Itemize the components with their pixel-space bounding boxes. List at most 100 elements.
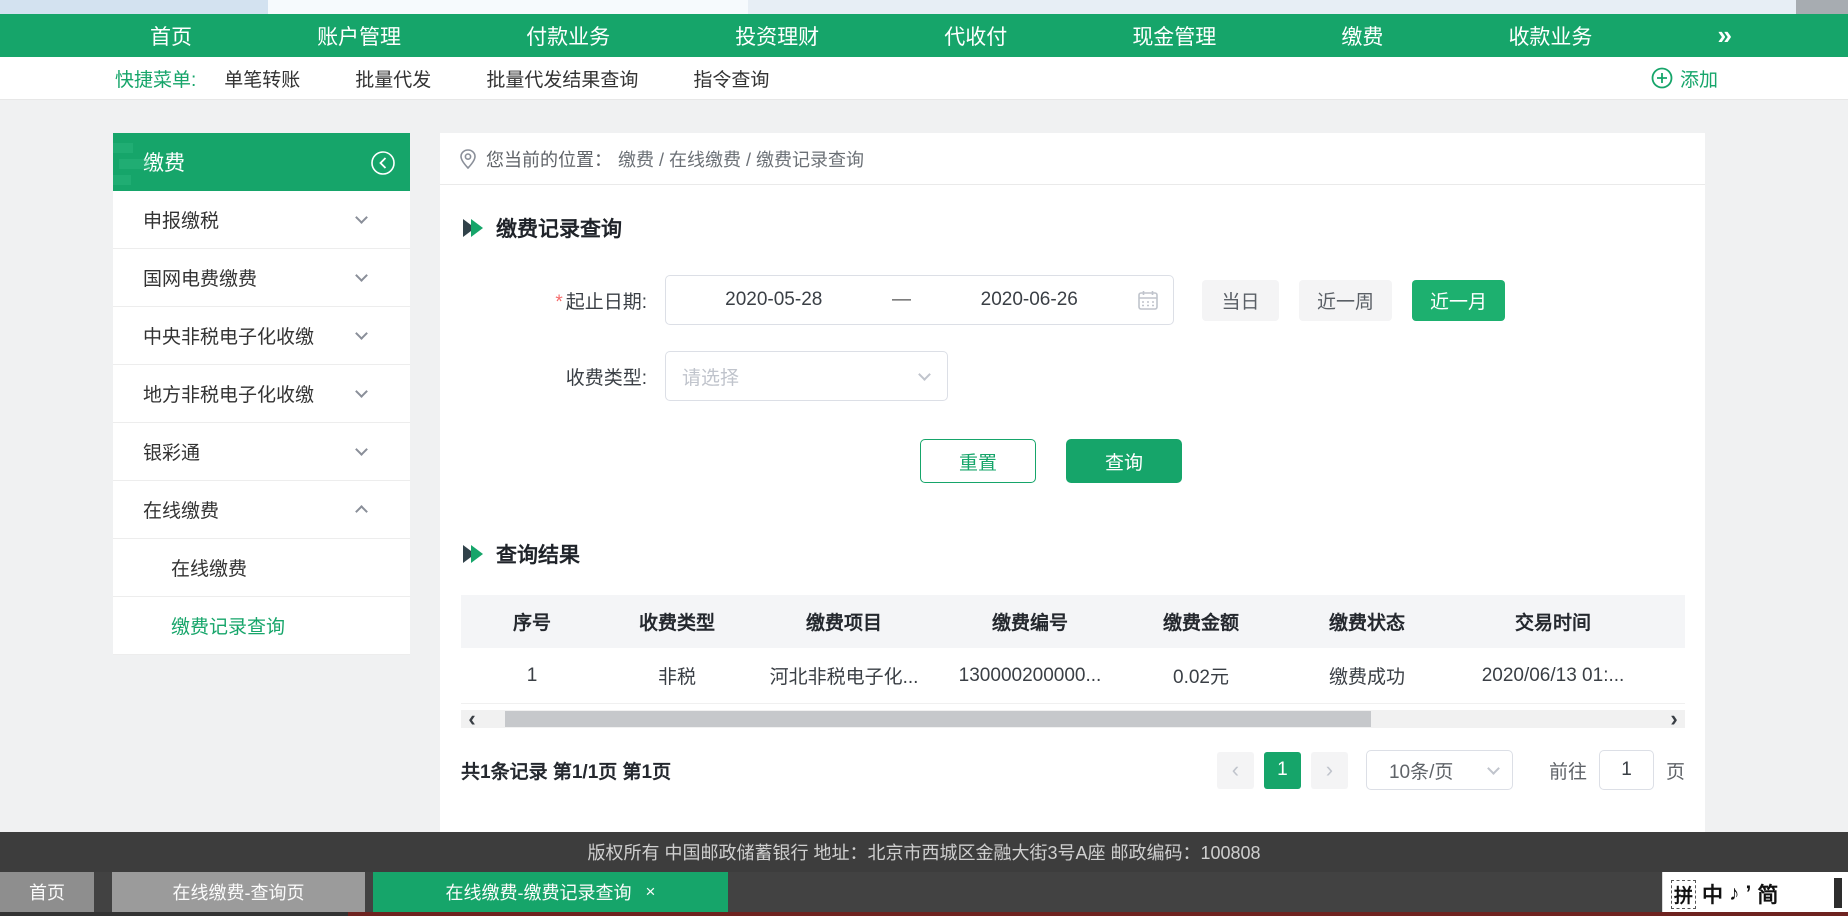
- start-date-value[interactable]: 2020-05-28: [666, 289, 882, 311]
- breadcrumb-path: 缴费 / 在线缴费 / 缴费记录查询: [618, 146, 864, 172]
- sidebar-subitem-label: 缴费记录查询: [171, 612, 285, 639]
- sidebar-subitem-online-payment[interactable]: 在线缴费: [113, 539, 410, 597]
- chevron-down-icon: [918, 368, 931, 381]
- nav-item-accounts[interactable]: 账户管理: [317, 21, 401, 51]
- ime-sound-icon[interactable]: ♪: [1729, 882, 1740, 906]
- ime-simplified-icon[interactable]: 简: [1757, 879, 1778, 909]
- add-quick-menu-button[interactable]: 添加: [1651, 65, 1718, 92]
- query-section-title-text: 缴费记录查询: [496, 213, 622, 243]
- sidebar-deco-pattern: [113, 137, 153, 187]
- chevron-down-icon: [355, 385, 368, 398]
- nav-item-fee-payment[interactable]: 缴费: [1341, 21, 1383, 51]
- end-date-value[interactable]: 2020-06-26: [922, 289, 1138, 311]
- cell-payment-item: 河北非税电子化...: [751, 662, 937, 689]
- location-pin-icon: [458, 148, 478, 170]
- range-button-today[interactable]: 当日: [1202, 280, 1279, 321]
- nav-item-payments[interactable]: 付款业务: [526, 21, 610, 51]
- nav-item-receivables[interactable]: 收款业务: [1508, 21, 1592, 51]
- table-row: 1 非税 河北非税电子化... 130000200000... 0.02元 缴费…: [461, 648, 1685, 704]
- sidebar-subitem-payment-record-query[interactable]: 缴费记录查询: [113, 597, 410, 655]
- sidebar-collapse-button[interactable]: [370, 150, 396, 182]
- cell-transaction-time: 2020/06/13 01:...: [1455, 665, 1651, 687]
- col-header-fee-type: 收费类型: [603, 608, 751, 635]
- chevron-down-icon: [355, 443, 368, 456]
- horizontal-scrollbar: ‹ ›: [461, 710, 1685, 728]
- sidebar-item-label: 国网电费缴费: [143, 264, 257, 291]
- goto-page-input[interactable]: 1: [1599, 750, 1654, 790]
- tab-online-payment-query-page[interactable]: 在线缴费-查询页: [112, 872, 365, 912]
- desktop-edge-strip: [0, 912, 1848, 916]
- scroll-left-icon[interactable]: ‹: [461, 711, 483, 727]
- nav-item-home[interactable]: 首页: [150, 21, 192, 51]
- page-size-select[interactable]: 10条/页: [1366, 750, 1513, 790]
- col-header-status: 缴费状态: [1279, 608, 1455, 635]
- page-number-button[interactable]: 1: [1264, 752, 1301, 789]
- main-nav: 首页 账户管理 付款业务 投资理财 代收付 现金管理 缴费 收款业务 »: [0, 14, 1848, 57]
- nav-more-icon[interactable]: »: [1718, 20, 1730, 51]
- plus-circle-icon: [1651, 67, 1673, 89]
- sidebar-item-yincaitong[interactable]: 银彩通: [113, 423, 410, 481]
- close-icon[interactable]: ×: [646, 882, 656, 902]
- date-range-row: *起止日期: 2020-05-28 — 2020-06-26 当日 近一周 近一…: [440, 275, 1705, 325]
- date-separator: —: [882, 289, 922, 311]
- cell-amount: 0.02元: [1123, 662, 1279, 689]
- prev-page-button[interactable]: ‹: [1217, 752, 1254, 789]
- query-section-title: 缴费记录查询: [462, 213, 1705, 243]
- ime-tray[interactable]: 拼 中 ♪ ’ 简: [1662, 872, 1848, 916]
- scrollbar-thumb[interactable]: [505, 711, 1371, 727]
- form-actions: 重置 查询: [920, 439, 1705, 483]
- quick-item-batch-result-query[interactable]: 批量代发结果查询: [486, 65, 638, 92]
- nav-item-investment[interactable]: 投资理财: [735, 21, 819, 51]
- query-button[interactable]: 查询: [1066, 439, 1182, 483]
- sidebar-item-label: 在线缴费: [143, 496, 219, 523]
- fee-type-select[interactable]: 请选择: [665, 351, 948, 401]
- ime-chinese-mode-icon[interactable]: 中: [1702, 879, 1723, 909]
- ime-clipped-icon: [1834, 878, 1842, 908]
- pagination-bar: 共1条记录 第1/1页 第1页 ‹ 1 › 10条/页 前往 1 页: [461, 750, 1685, 790]
- ime-punctuation-icon[interactable]: ’: [1746, 882, 1752, 906]
- sidebar-item-label: 地方非税电子化收缴: [143, 380, 314, 407]
- sidebar-header: 缴费: [113, 133, 410, 191]
- content-panel: 您当前的位置： 缴费 / 在线缴费 / 缴费记录查询 缴费记录查询 *起止日期:…: [440, 133, 1705, 832]
- fee-type-label: 收费类型:: [440, 363, 647, 390]
- sidebar-item-online-payment[interactable]: 在线缴费: [113, 481, 410, 539]
- quick-item-single-transfer[interactable]: 单笔转账: [224, 65, 300, 92]
- sidebar-item-grid-electricity[interactable]: 国网电费缴费: [113, 249, 410, 307]
- bottom-tab-bar: 首页 在线缴费-查询页 在线缴费-缴费记录查询 ×: [0, 872, 1848, 912]
- range-button-last-week[interactable]: 近一周: [1299, 280, 1392, 321]
- browser-edge-strip: [0, 0, 1848, 14]
- cell-status: 缴费成功: [1279, 662, 1455, 689]
- col-header-seq: 序号: [461, 608, 603, 635]
- tab-home[interactable]: 首页: [0, 872, 94, 912]
- goto-suffix: 页: [1666, 757, 1685, 784]
- scrollbar-track[interactable]: [483, 711, 1663, 727]
- sidebar-item-tax-declaration[interactable]: 申报缴税: [113, 191, 410, 249]
- goto-label: 前往: [1549, 757, 1587, 784]
- ime-pinyin-icon[interactable]: 拼: [1671, 880, 1696, 909]
- chevron-down-icon: [355, 327, 368, 340]
- page-size-value: 10条/页: [1389, 757, 1453, 784]
- quick-item-instruction-query[interactable]: 指令查询: [693, 65, 769, 92]
- tab-payment-record-query[interactable]: 在线缴费-缴费记录查询 ×: [373, 872, 728, 912]
- next-page-button[interactable]: ›: [1311, 752, 1348, 789]
- nav-item-collection-payment[interactable]: 代收付: [944, 21, 1007, 51]
- range-button-last-month[interactable]: 近一月: [1412, 280, 1505, 321]
- col-header-amount: 缴费金额: [1123, 608, 1279, 635]
- sidebar-item-label: 银彩通: [143, 438, 200, 465]
- scroll-right-icon[interactable]: ›: [1663, 711, 1685, 727]
- date-range-input[interactable]: 2020-05-28 — 2020-06-26: [665, 275, 1174, 325]
- col-header-transaction-time: 交易时间: [1455, 608, 1651, 635]
- double-triangle-icon: [462, 218, 486, 238]
- sidebar-item-local-nontax[interactable]: 地方非税电子化收缴: [113, 365, 410, 423]
- browser-edge-segment: [268, 0, 748, 14]
- nav-item-cash-management[interactable]: 现金管理: [1132, 21, 1216, 51]
- cell-clipped: 16: [1651, 665, 1685, 687]
- reset-button[interactable]: 重置: [920, 439, 1036, 483]
- sidebar-item-central-nontax[interactable]: 中央非税电子化收缴: [113, 307, 410, 365]
- pagination-controls: ‹ 1 › 10条/页 前往 1 页: [1207, 750, 1685, 790]
- collapse-circle-icon: [370, 150, 396, 176]
- quick-item-batch-payment[interactable]: 批量代发: [355, 65, 431, 92]
- results-section-title-text: 查询结果: [496, 539, 580, 569]
- double-triangle-icon: [462, 544, 486, 564]
- calendar-icon[interactable]: [1137, 289, 1159, 311]
